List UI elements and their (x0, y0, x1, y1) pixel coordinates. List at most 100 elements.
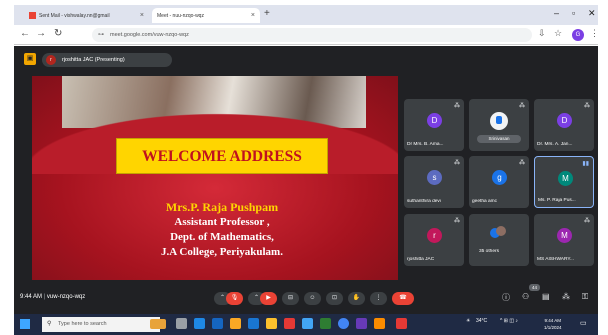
site-info-icon[interactable]: ⊶ (98, 28, 104, 42)
presenter-label: rjoshitta JAC (Presenting) (62, 57, 125, 63)
cortana-icon[interactable] (150, 319, 166, 329)
avatar: M (558, 171, 573, 186)
address-bar: ← → ↻ ⊶ meet.google.com/vuw-nzqo-wqz ⇩ ☆… (14, 25, 599, 45)
participant-name: suthanthira devi (407, 199, 441, 204)
minimize-icon[interactable]: – (554, 8, 559, 18)
activities-icon[interactable]: ⁂ (562, 292, 570, 301)
new-tab-icon[interactable]: + (264, 8, 270, 19)
more-options-button[interactable]: ⋮ (370, 292, 387, 305)
app-icon[interactable] (320, 318, 331, 329)
avatar (490, 112, 508, 130)
camera-off-button[interactable]: ▶ (260, 292, 277, 305)
presenter-chip[interactable]: r rjoshitta JAC (Presenting) (42, 53, 172, 67)
captions-button[interactable]: ⊟ (282, 292, 299, 305)
participant-name: rjoshitta JAC (407, 257, 435, 262)
close-icon[interactable]: × (140, 12, 144, 19)
forward-icon[interactable]: → (36, 28, 46, 39)
avatar[interactable]: G (572, 29, 584, 41)
tab-label: Sent Mail - vishwalay.nn@gmail (39, 12, 110, 19)
chat-icon[interactable]: ▤ (542, 292, 550, 301)
tab-gmail[interactable]: Sent Mail - vishwalay.nn@gmail × (24, 8, 149, 23)
avatar: D (557, 113, 572, 128)
maximize-icon[interactable]: ▫ (572, 8, 575, 18)
edge-icon[interactable] (194, 318, 205, 329)
speaking-icon: ▮▮ (582, 161, 589, 167)
people-icon[interactable]: ⚇ (522, 292, 529, 301)
slide-title: WELCOME ADDRESS (116, 138, 328, 174)
tab-meet[interactable]: Meet - nuu-nzqo-wqz × (152, 8, 260, 23)
app-icon[interactable] (396, 318, 407, 329)
notification-icon[interactable]: ▭ (580, 319, 587, 327)
menu-icon[interactable]: ⋮ (590, 28, 599, 39)
mic-off-icon: ⁂ (584, 103, 590, 109)
app-icon[interactable] (266, 318, 277, 329)
participant-tile[interactable]: ⁂ r rjoshitta JAC (404, 214, 464, 266)
participant-tile[interactable]: ⁂ s suthanthira devi (404, 156, 464, 208)
close-icon[interactable]: × (251, 12, 255, 19)
info-icon[interactable]: ⓘ (502, 292, 510, 303)
task-view-icon[interactable] (176, 318, 187, 329)
avatar: M (557, 228, 572, 243)
speaker-department: Dept. of Mathematics, (170, 231, 274, 243)
speaker-name: Mrs.P. Raja Pushpam (165, 200, 279, 214)
host-controls-icon[interactable]: ⚿ (582, 292, 588, 302)
present-button[interactable]: ⊡ (326, 292, 343, 305)
back-icon[interactable]: ← (20, 28, 30, 39)
emoji-button[interactable]: ☺ (304, 292, 321, 305)
app-icon[interactable] (302, 318, 313, 329)
app-icon[interactable] (374, 318, 385, 329)
participant-tile-speaking[interactable]: ▮▮ M Ms. P. Raja Pus... (534, 156, 594, 208)
participant-tile[interactable]: ⁂ M MS AISHWARY... (534, 214, 594, 266)
app-icon[interactable] (284, 318, 295, 329)
meeting-time: 9:44 AM (20, 294, 43, 300)
taskbar-search-input[interactable]: ⚲ Type here to search (42, 317, 160, 332)
participant-tile[interactable]: ⁂ Srinivasan (469, 99, 529, 151)
others-tile[interactable]: 35 others (469, 214, 529, 266)
search-icon: ⚲ (47, 321, 52, 327)
participant-tile[interactable]: ⁂ D Dr Mrs. B. Ama... (404, 99, 464, 151)
reload-icon[interactable]: ↻ (54, 28, 62, 39)
windows-start-icon[interactable] (20, 319, 30, 329)
weather-temp: 34°C (476, 318, 488, 324)
app-icon[interactable] (356, 318, 367, 329)
avatar: r (427, 228, 442, 243)
participant-name: Dr. Mrs. A. Jan... (537, 142, 573, 147)
avatar: D (427, 113, 442, 128)
gmail-icon (29, 12, 36, 19)
presenting-bar: ▣ r rjoshitta JAC (Presenting) (24, 50, 590, 68)
taskbar: ⚲ Type here to search ☀ 34°C ^ ⊞ ◫ ♪ 9:4… (14, 314, 598, 335)
avatar-stack (490, 226, 506, 240)
mic-off-icon: ⁂ (454, 218, 460, 224)
mic-off-icon: ⁂ (519, 160, 525, 166)
tray-icons[interactable]: ^ ⊞ ◫ ♪ (500, 318, 518, 324)
tab-label: Meet - nuu-nzqo-wqz (157, 12, 204, 19)
present-icon[interactable]: ▣ (24, 53, 36, 65)
mic-off-icon: ⁂ (454, 103, 460, 109)
participant-tile[interactable]: ⁂ D Dr. Mrs. A. Jan... (534, 99, 594, 151)
raise-hand-button[interactable]: ✋ (348, 292, 365, 305)
leave-call-button[interactable]: ☎ (392, 292, 414, 305)
bookmark-star-icon[interactable]: ☆ (554, 28, 562, 39)
mic-off-button[interactable]: 🎙 (226, 292, 243, 305)
others-count: 35 others (479, 249, 500, 254)
url-input[interactable]: ⊶ meet.google.com/vuw-nzqo-wqz (92, 28, 532, 42)
browser-tab-strip: Sent Mail - vishwalay.nn@gmail × Meet - … (14, 5, 598, 25)
speaker-college: J.A College, Periyakulam. (161, 246, 283, 258)
weather-icon[interactable]: ☀ (466, 318, 470, 324)
taskbar-clock[interactable]: 9:44 AM 1/1/2024 (544, 317, 562, 331)
participant-tile[interactable]: ⁂ g geetha amc (469, 156, 529, 208)
download-icon[interactable]: ⇩ (538, 28, 546, 39)
shared-screen: WELCOME ADDRESS Mrs.P. Raja Pushpam Assi… (32, 76, 398, 280)
store-icon[interactable] (248, 318, 259, 329)
meeting-code: vuw-nzqo-wqz (46, 294, 86, 300)
avatar: s (427, 170, 442, 185)
clock-time: 9:44 AM (544, 318, 562, 323)
mic-off-icon: ⁂ (454, 160, 460, 166)
participant-name: MS AISHWARY... (537, 257, 574, 262)
people-count-badge: 44 (529, 284, 540, 291)
close-window-icon[interactable]: ✕ (588, 8, 596, 19)
participant-name: Dr Mrs. B. Ama... (407, 142, 444, 147)
file-explorer-icon[interactable] (230, 318, 241, 329)
mail-icon[interactable] (212, 318, 223, 329)
chrome-icon[interactable] (338, 318, 349, 329)
